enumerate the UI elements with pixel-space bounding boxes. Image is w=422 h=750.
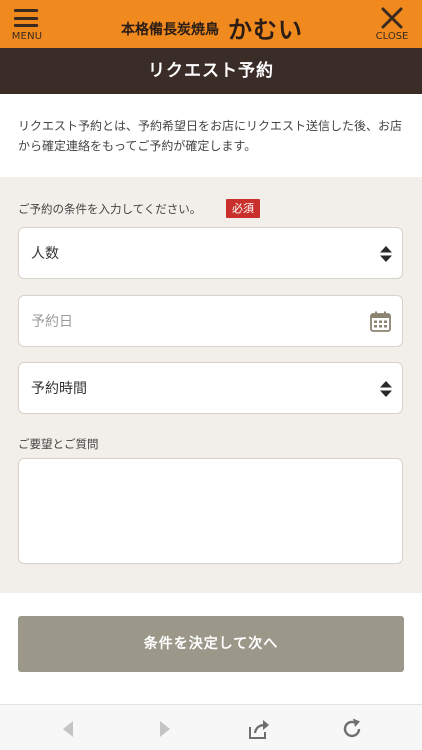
- menu-button[interactable]: MENU: [8, 6, 46, 44]
- hamburger-icon: [14, 9, 38, 27]
- brand-name: かむい: [228, 15, 303, 44]
- browser-toolbar: [0, 704, 422, 750]
- calendar-icon[interactable]: [370, 311, 391, 332]
- sort-arrows-icon: [380, 381, 392, 397]
- app-header: MENU 本格備長炭焼鳥 かむい CLOSE: [0, 0, 422, 48]
- back-arrow-icon[interactable]: [56, 717, 80, 741]
- sort-arrows-icon: [380, 246, 392, 262]
- date-input[interactable]: 予約日: [18, 295, 403, 347]
- menu-label: MENU: [11, 31, 43, 42]
- close-button[interactable]: CLOSE: [372, 6, 412, 44]
- intro-text: リクエスト予約とは、予約希望日をお店にリクエスト送信した後、お店から確定連絡をも…: [18, 119, 403, 153]
- conditions-label: ご予約の条件を入力してください。: [18, 202, 202, 216]
- date-input-placeholder: 予約日: [31, 314, 73, 330]
- share-icon[interactable]: [247, 717, 271, 741]
- brand-subtitle: 本格備長炭焼鳥: [121, 22, 219, 38]
- close-label: CLOSE: [375, 31, 409, 42]
- people-select[interactable]: 人数: [18, 227, 403, 279]
- time-select[interactable]: 予約時間: [18, 362, 403, 414]
- brand-logo: 本格備長炭焼鳥 かむい: [112, 10, 312, 44]
- time-select-value: 予約時間: [31, 381, 87, 397]
- reload-icon[interactable]: [340, 717, 364, 741]
- notes-label: ご要望とご質問: [18, 437, 99, 451]
- people-select-value: 人数: [31, 246, 59, 262]
- required-badge: 必須: [226, 199, 260, 218]
- close-icon: [381, 7, 403, 29]
- submit-button[interactable]: 条件を決定して次へ: [18, 616, 404, 672]
- notes-textarea[interactable]: [18, 458, 403, 564]
- page-title: リクエスト予約: [0, 48, 422, 94]
- forward-arrow-icon[interactable]: [153, 717, 177, 741]
